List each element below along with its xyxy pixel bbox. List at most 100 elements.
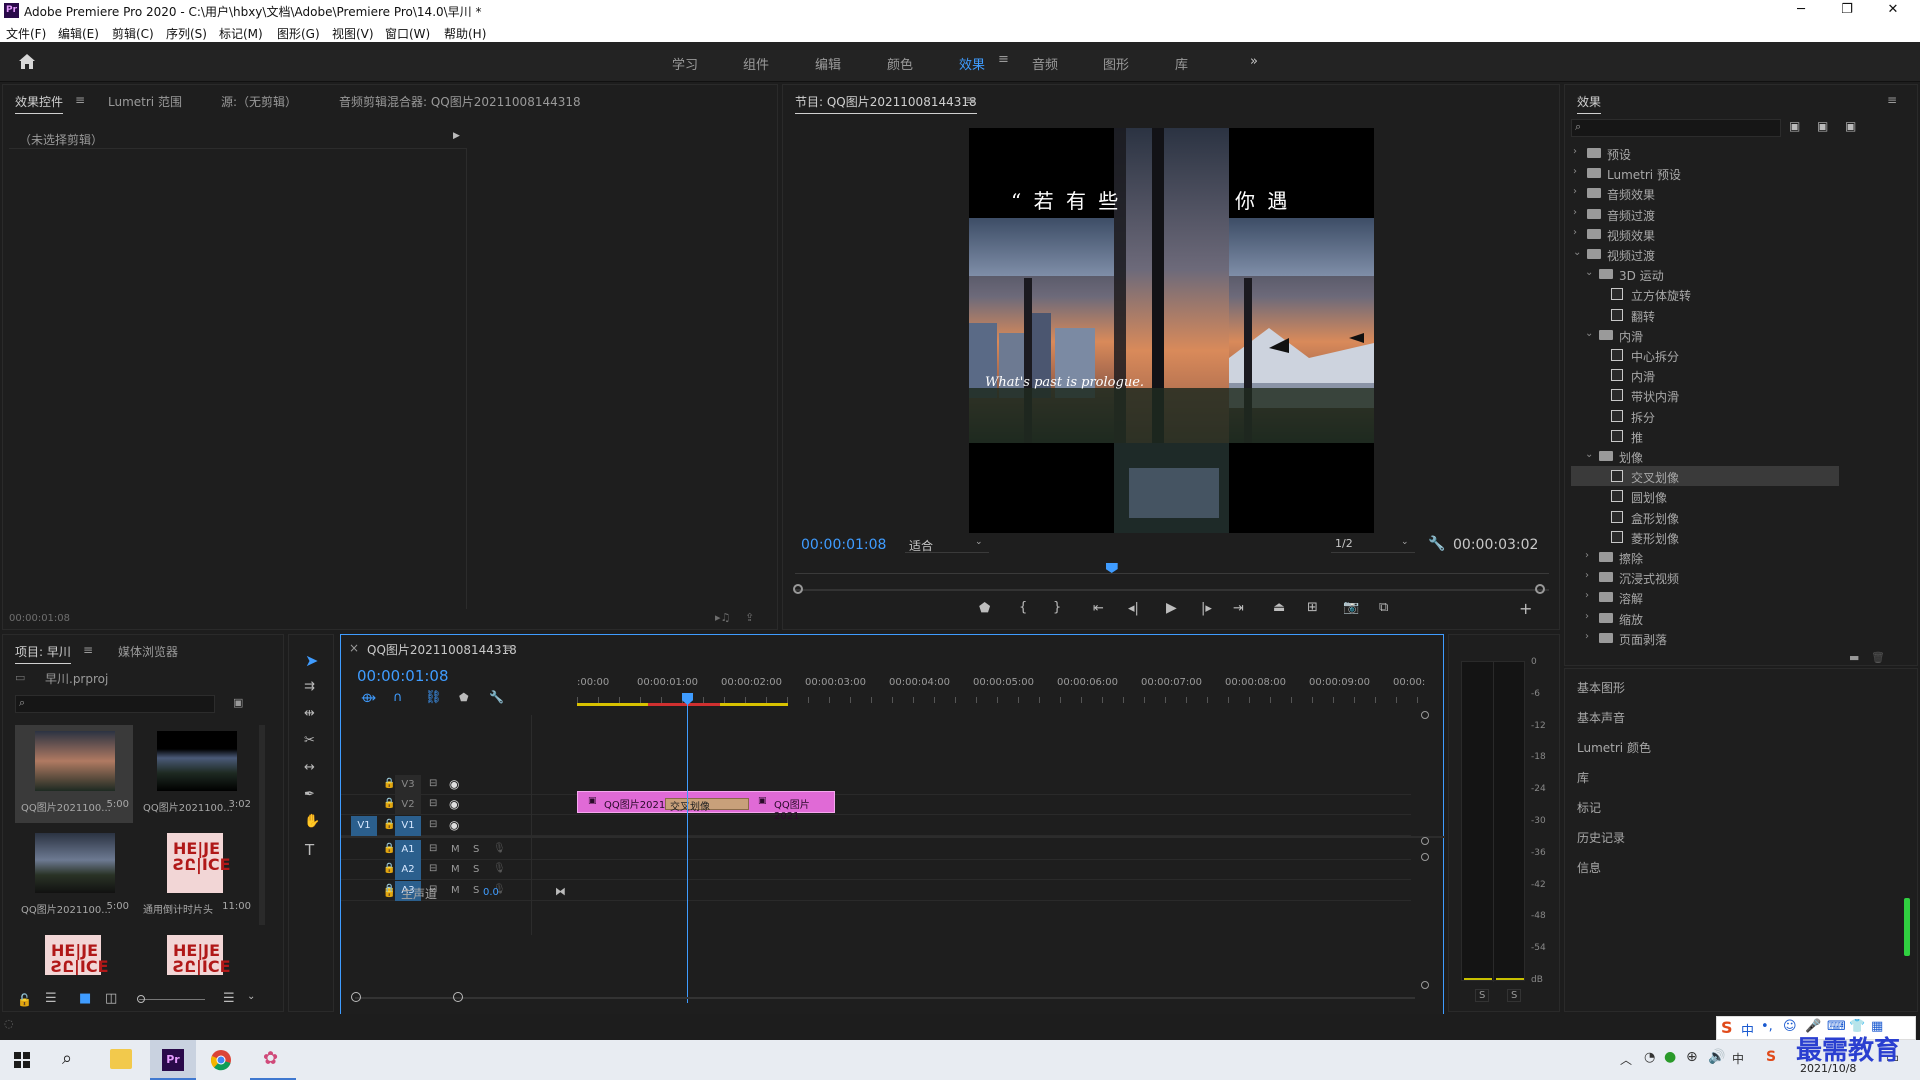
sync-lock-icon[interactable]: ⊟ [429,863,437,874]
zoom-handle-left[interactable] [793,584,803,594]
close-sequence-icon[interactable]: × [349,641,359,655]
video-audio-divider[interactable] [341,836,1445,838]
resolution-dropdown[interactable]: 1/2 ⌄ [1331,535,1415,553]
panel-essential-graphics[interactable]: 基本图形 [1577,679,1625,696]
nest-toggle-icon[interactable]: ⟴ [361,691,376,706]
sync-lock-icon[interactable]: ⊟ [429,798,437,809]
workspace-learn[interactable]: 学习 [672,54,698,73]
project-item[interactable]: QQ图片2021100... 5:00 [15,827,133,925]
effect-folder[interactable]: ⌄ 划像 [1571,446,1839,466]
chevron-right-icon[interactable]: › [1585,590,1589,601]
effect-folder[interactable]: › 溶解 [1571,587,1839,607]
emoji-icon[interactable]: ☺ [1783,1019,1797,1034]
security-tray-icon[interactable]: ● [1664,1049,1676,1065]
chevron-down-icon[interactable]: ⌄ [1585,449,1593,460]
delete-icon[interactable]: 🗑 [1871,651,1885,664]
effect-item[interactable]: 圆划像 [1571,486,1839,506]
source-patch-v1[interactable]: V1 [351,816,377,836]
workspace-libraries[interactable]: 库 [1175,54,1188,73]
effects-panel-title[interactable]: 效果 [1577,93,1602,114]
pen-tool-icon[interactable]: ✒ [304,787,315,802]
filter-icon[interactable]: ▸♫ [715,611,730,624]
file-explorer-icon[interactable] [110,1049,132,1069]
master-lock-icon[interactable]: 🔒 [383,887,395,898]
go-to-out-icon[interactable]: ⇥ [1233,601,1244,616]
vscroll-mid-handle-2[interactable] [1421,853,1429,861]
chevron-down-icon[interactable]: ⌄ [1573,247,1581,258]
program-menu-icon[interactable]: ≡ [965,93,975,107]
button-editor-add-icon[interactable]: + [1519,599,1532,618]
effect-item[interactable]: 交叉划像 [1571,466,1839,487]
menu-edit[interactable]: 编辑(E) [58,25,99,42]
effect-item[interactable]: 带状内滑 [1571,385,1839,405]
chevron-right-icon[interactable]: › [1573,227,1577,238]
timeline-settings-icon[interactable]: 🔧 [489,690,504,704]
mute-button[interactable]: M [451,864,460,875]
snap-icon[interactable]: ∩ [393,690,403,705]
punctuation-icon[interactable]: •, [1761,1019,1773,1034]
workspace-assembly[interactable]: 组件 [743,54,769,73]
timeline-timecode[interactable]: 00:00:01:08 [357,667,449,685]
chevron-right-icon[interactable]: › [1573,166,1577,177]
sequence-tab[interactable]: QQ图片20211008144318 [367,641,517,658]
chevron-right-icon[interactable]: › [1585,550,1589,561]
fit-dropdown[interactable]: 适合 ⌄ [905,535,989,553]
eye-icon[interactable]: ◉ [449,797,459,811]
expand-arrow-icon[interactable]: ▶ [453,131,460,141]
panel-info[interactable]: 信息 [1577,859,1601,876]
tab-effect-controls[interactable]: 效果控件 [15,93,64,114]
effects-menu-icon[interactable]: ≡ [1887,93,1897,107]
slip-tool-icon[interactable]: ↔ [304,760,315,775]
export-icon[interactable]: ⇪ [745,611,754,624]
hscroll-right-handle[interactable] [453,992,463,1002]
chevron-right-icon[interactable]: › [1573,207,1577,218]
program-monitor-title[interactable]: 节目: QQ图片20211008144318 [795,93,977,114]
workspace-more-button[interactable]: » [1250,54,1258,69]
track-lock-icon[interactable]: 🔒 [383,778,395,789]
taskbar-paint-app[interactable]: ✿ [250,1040,296,1080]
search-icon[interactable]: ⌕ [62,1048,72,1069]
menu-view[interactable]: 视图(V) [332,25,374,42]
chrome-icon[interactable] [210,1049,232,1071]
chevron-down-icon[interactable]: ⌄ [1585,328,1593,339]
effect-item[interactable]: 推 [1571,426,1839,446]
voice-over-record-icon[interactable]: 🎙 [493,843,506,854]
solo-right-button[interactable]: S [1507,989,1522,1002]
panel-markers[interactable]: 标记 [1577,799,1601,816]
tray-expand-icon[interactable]: ︿ [1620,1051,1632,1068]
effect-folder[interactable]: › 音频效果 [1571,183,1839,203]
add-marker-icon[interactable]: ⬟ [979,601,990,616]
new-search-bin-icon[interactable]: ▣ [233,696,243,709]
track-target-a2[interactable]: A2 [395,860,421,880]
type-tool-icon[interactable]: T [305,841,314,859]
program-zoom-bar[interactable] [795,589,1549,591]
solo-left-button[interactable]: S [1475,989,1490,1002]
play-icon[interactable]: ▶ [1166,600,1177,616]
track-lock-icon[interactable]: 🔒 [383,863,395,874]
project-scrollbar[interactable] [259,725,265,925]
panel-libraries[interactable]: 库 [1577,769,1589,786]
effect-folder[interactable]: ⌄ 视频过渡 [1571,244,1839,264]
razor-tool-icon[interactable]: ✂ [304,733,315,748]
ripple-edit-tool-icon[interactable]: ⇹ [304,706,315,721]
effect-item[interactable]: 盒形划像 [1571,507,1839,527]
panel-lumetri-color[interactable]: Lumetri 颜色 [1577,739,1651,756]
effect-item[interactable]: 立方体旋转 [1571,284,1839,304]
chevron-down-icon[interactable]: ⌄ [1585,267,1593,278]
sync-lock-icon[interactable]: ⊟ [429,843,437,854]
step-back-icon[interactable]: ◂| [1128,601,1139,616]
track-lock-icon[interactable]: 🔒 [383,819,395,830]
panel-essential-sound[interactable]: 基本声音 [1577,709,1625,726]
track-lock-icon[interactable]: 🔒 [383,843,395,854]
network-icon[interactable]: ⊕ [1686,1049,1698,1065]
mark-in-icon[interactable]: { [1019,600,1027,615]
workspace-audio[interactable]: 音频 [1032,54,1058,73]
sogou-logo-icon[interactable]: S [1721,1018,1733,1037]
effect-folder[interactable]: › 缩放 [1571,608,1839,628]
chevron-right-icon[interactable]: › [1585,611,1589,622]
ime-tray-icon[interactable]: 中 [1732,1050,1744,1067]
new-bin-icon[interactable]: ▬ [1849,651,1859,664]
mute-button[interactable]: M [451,885,460,896]
effect-folder[interactable]: › 擦除 [1571,547,1839,567]
yuv-effects-icon[interactable]: ▣ [1845,119,1856,133]
